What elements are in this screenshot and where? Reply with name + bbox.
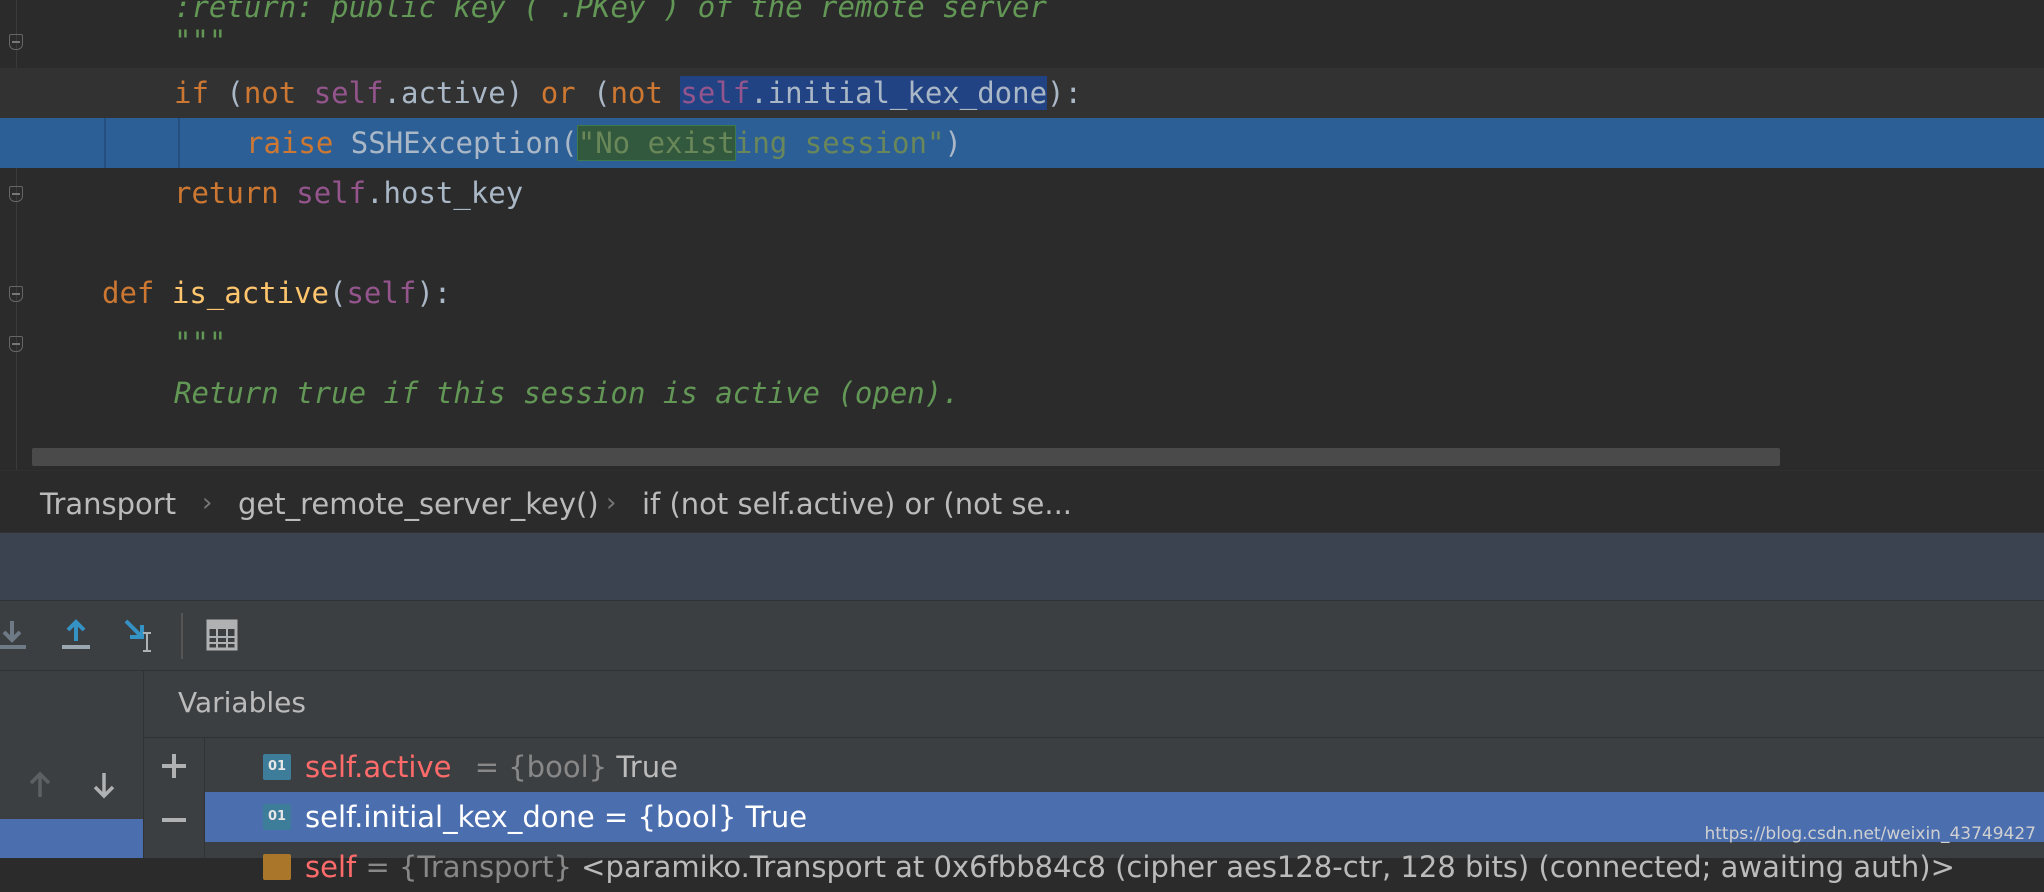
variable-name: self.initial_kex_done [305,800,595,834]
variable-type: {Transport} [398,850,572,884]
code-token: not [243,76,297,110]
code-token: "No exist [576,125,736,161]
arrow-up-icon[interactable] [22,767,58,803]
code-token: SSHException( [333,126,578,160]
variable-entry: self.initial_kex_done = {bool} True [305,792,807,842]
breadcrumb-item-class[interactable]: Transport [40,487,176,521]
variables-side-toolbar [144,738,205,858]
debug-tool-window-header[interactable] [0,532,2044,601]
code-token: .host_key [366,176,524,210]
variables-title: Variables [178,686,306,719]
toolbar-separator [181,613,183,659]
variable-name: self [305,850,357,884]
variable-row[interactable]: self = {Transport} <paramiko.Transport a… [205,842,2044,892]
code-token: if [174,76,209,110]
variable-equals: = [365,850,399,884]
code-token: return [174,176,279,210]
code-line[interactable]: Return true if this session is active (o… [0,368,2044,418]
code-token: ): [1047,76,1082,110]
code-token: not [610,76,663,110]
code-token: .initial_kex_done [750,76,1048,110]
frames-panel [0,670,144,858]
code-token: ( [329,276,347,310]
debug-toolbar [0,600,2044,671]
code-text: return self.host_key [174,168,523,218]
evaluate-expression-icon[interactable] [202,615,242,655]
arrow-down-icon[interactable] [86,767,122,803]
variable-value: True [745,800,808,834]
breadcrumb-item-statement[interactable]: if (not self.active) or (not se... [642,487,1072,521]
code-line[interactable]: """ [0,16,2044,66]
bool-type-icon: 01 [263,754,291,780]
variable-value: True [616,750,678,784]
remove-watch-icon[interactable] [156,802,192,838]
selected-frame[interactable] [0,819,143,858]
code-token: ( [575,76,611,110]
variable-name: self.active [305,750,452,784]
breadcrumb-item-method[interactable]: get_remote_server_key() [238,487,599,521]
code-token: ): [416,276,452,310]
code-token: """ [174,24,227,58]
code-token: ) [944,126,962,160]
object-type-icon [263,854,291,880]
variable-entry: self = {Transport} <paramiko.Transport a… [305,842,1955,892]
code-token: is_active [171,276,329,310]
indent-guide [104,118,106,168]
code-text: """ [174,16,226,66]
code-line-execution-point[interactable]: raise SSHException("No existing session"… [0,118,2044,168]
bool-type-icon: 01 [263,804,291,830]
code-line[interactable]: def is_active(self): [0,268,2044,318]
variable-type: {bool} [508,750,608,784]
code-text: def is_active(self): [102,268,451,318]
code-token: ( [208,76,244,110]
run-to-cursor-icon[interactable] [120,615,160,655]
indent-guide [178,118,180,168]
code-token: def [102,276,155,310]
code-token: self [313,76,384,110]
code-token: Return true if this session is active (o… [174,376,960,410]
variable-value: <paramiko.Transport at 0x6fbb84c8 (ciphe… [581,850,1955,884]
variable-equals: = [603,800,638,834]
step-out-icon[interactable] [56,615,96,655]
breadcrumb-separator-icon: › [606,488,617,518]
code-line[interactable]: """ [0,318,2044,368]
variable-entry: self.active = {bool} True [305,742,678,792]
code-token: ing session" [734,126,945,160]
variable-equals: = [474,750,509,784]
variable-type: {bool} [637,800,737,834]
code-text: """ [174,318,226,368]
variables-header: Variables [144,671,2044,738]
code-token: .active) [383,76,541,110]
breadcrumb-separator-icon: › [202,488,213,518]
code-token: self [346,276,417,310]
code-text: raise SSHException("No existing session"… [246,118,962,168]
code-token: self [680,76,751,110]
code-token: or [540,76,576,110]
horizontal-scrollbar[interactable] [32,448,1780,466]
code-editor[interactable]: :return: public key (`.PKey`) of the rem… [0,0,2044,470]
code-token: """ [174,326,227,360]
code-line[interactable]: return self.host_key [0,168,2044,218]
code-text: if (not self.active) or (not self.initia… [174,68,1082,118]
code-token: self [296,176,367,210]
code-text: Return true if this session is active (o… [174,368,960,418]
step-into-icon[interactable] [0,615,32,655]
code-token: raise [246,126,334,160]
watermark: https://blog.csdn.net/weixin_43749427 [1704,824,2036,844]
add-watch-icon[interactable] [156,748,192,784]
code-line-current[interactable]: if (not self.active) or (not self.initia… [0,68,2044,118]
breadcrumb: Transport › get_remote_server_key() › if… [0,470,2044,533]
variable-row[interactable]: 01 self.active = {bool} True [205,742,2044,792]
